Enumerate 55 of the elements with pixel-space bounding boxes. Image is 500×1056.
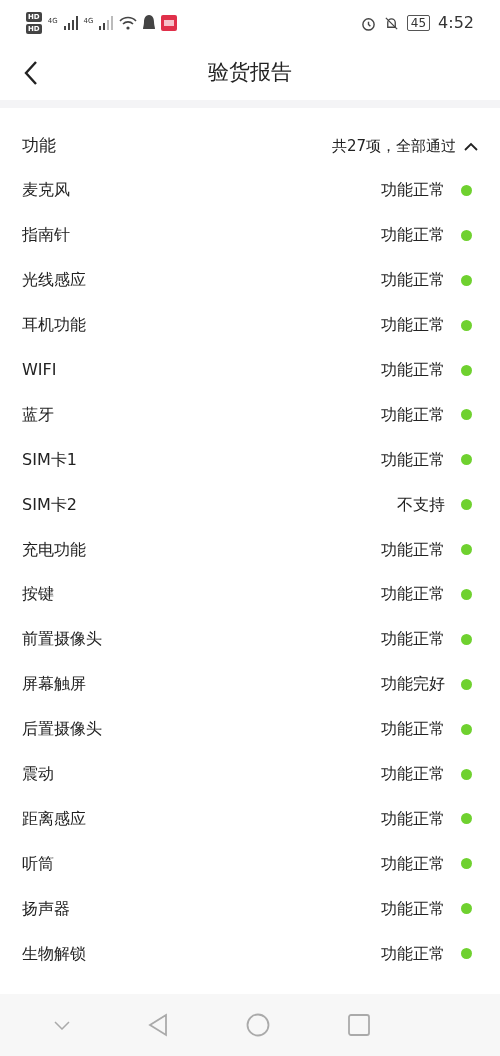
triangle-back-icon xyxy=(148,1013,168,1037)
item-name: 光线感应 xyxy=(22,269,86,292)
app-icon xyxy=(161,15,178,31)
item-result: 功能正常 xyxy=(381,359,445,381)
item-name: 耳机功能 xyxy=(22,314,86,337)
page-title: 验货报告 xyxy=(208,59,292,87)
item-name: 生物解锁 xyxy=(22,942,86,965)
square-recents-icon xyxy=(348,1014,370,1036)
item-name: 麦克风 xyxy=(22,179,70,202)
item-result: 功能正常 xyxy=(381,583,445,606)
item-name: 屏幕触屏 xyxy=(22,673,86,696)
item-result: 功能正常 xyxy=(381,314,445,337)
item-name: 按键 xyxy=(22,583,54,606)
item-name: WIFI xyxy=(22,359,57,381)
item-name: 震动 xyxy=(22,763,54,785)
alarm-icon xyxy=(360,15,376,31)
item-result: 功能完好 xyxy=(381,673,445,696)
item-result: 功能正常 xyxy=(381,897,445,920)
chevron-down-icon xyxy=(54,1020,70,1030)
item-result: 功能正常 xyxy=(381,718,445,741)
back-nav-button[interactable] xyxy=(148,1013,168,1037)
item-result: 不支持 xyxy=(397,493,445,516)
item-name: 距离感应 xyxy=(22,807,86,830)
item-name: 指南针 xyxy=(22,224,70,247)
item-name: 充电功能 xyxy=(22,538,86,561)
battery-label: 45 xyxy=(406,15,431,31)
mute-bell-icon xyxy=(383,15,399,31)
home-nav-button[interactable] xyxy=(246,1013,270,1037)
wifi-icon xyxy=(119,16,138,30)
item-result: 功能正常 xyxy=(381,807,445,830)
item-name: 扬声器 xyxy=(22,897,70,920)
item-result: 功能正常 xyxy=(381,179,445,202)
item-name: 后置摄像头 xyxy=(22,718,102,741)
item-result: 功能正常 xyxy=(381,538,445,561)
circle-home-icon xyxy=(246,1013,270,1037)
item-result: 功能正常 xyxy=(381,403,445,426)
item-name: SIM卡2 xyxy=(22,493,77,516)
item-result: 功能正常 xyxy=(381,448,445,471)
item-result: 功能正常 xyxy=(381,942,445,965)
section-header[interactable]: 功能 共27项，全部通过 xyxy=(0,124,500,168)
item-name: 听筒 xyxy=(22,852,54,875)
recents-nav-button[interactable] xyxy=(348,1014,370,1036)
signal-icon xyxy=(99,16,114,30)
item-result: 功能正常 xyxy=(381,224,445,247)
item-result: 功能正常 xyxy=(381,763,445,785)
item-result: 功能正常 xyxy=(381,269,445,292)
signal-icon xyxy=(63,16,78,30)
back-icon xyxy=(24,60,38,86)
item-name: SIM卡1 xyxy=(22,448,77,471)
item-result: 功能正常 xyxy=(381,852,445,875)
time-label: 4:52 xyxy=(438,12,474,34)
item-result: 功能正常 xyxy=(381,628,445,651)
item-name: 前置摄像头 xyxy=(22,628,102,651)
item-name: 蓝牙 xyxy=(22,403,54,426)
hide-nav-button[interactable] xyxy=(54,1020,70,1030)
